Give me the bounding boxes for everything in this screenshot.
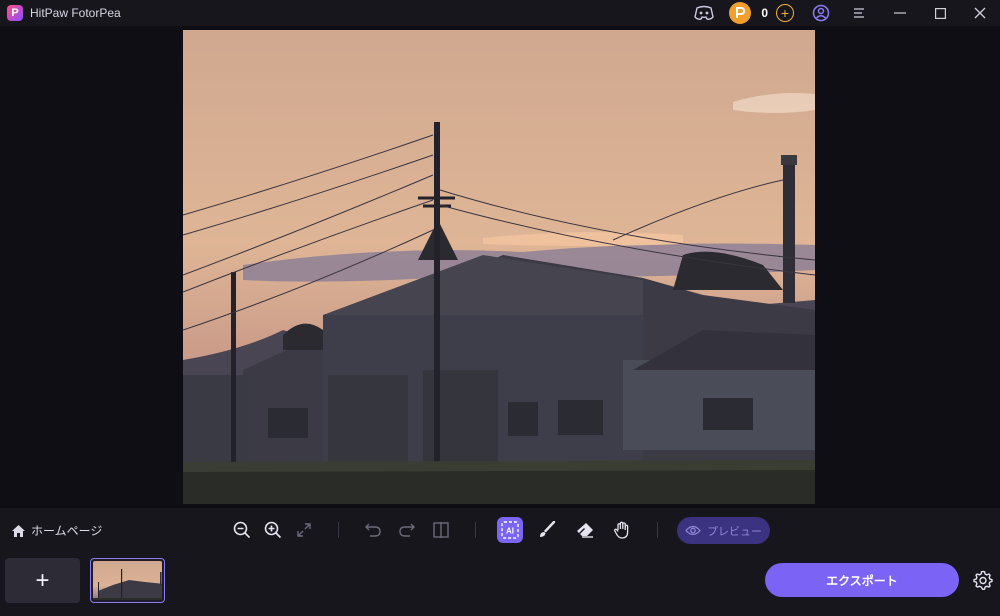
zoom-out-icon[interactable] [232, 520, 252, 540]
toolbar-divider [475, 522, 476, 538]
eye-icon [685, 525, 701, 536]
maximize-button[interactable] [920, 0, 960, 26]
credit-count: 0 [761, 6, 768, 20]
account-icon[interactable] [810, 2, 832, 24]
export-button[interactable]: エクスポート [765, 563, 959, 597]
preview-label: プレビュー [707, 525, 762, 538]
thumbnail-preview [93, 561, 162, 600]
eraser-icon[interactable] [575, 520, 595, 540]
credits-widget[interactable]: 0 + [729, 2, 794, 24]
photo-canvas[interactable] [183, 30, 815, 504]
title-bar: P HitPaw FotorPea 0 + [0, 0, 1000, 26]
app-logo-icon: P [7, 5, 23, 21]
credit-coin-icon [729, 2, 752, 24]
add-credits-icon[interactable]: + [776, 4, 794, 22]
canvas-area[interactable] [0, 26, 1000, 508]
editor-toolbar: ホームページ AI プレビュー [0, 508, 1000, 552]
fit-screen-icon[interactable] [294, 520, 314, 540]
minimize-button[interactable] [880, 0, 920, 26]
toolbar-divider [338, 522, 339, 538]
image-thumbnail[interactable] [90, 558, 165, 603]
add-image-button[interactable]: + [5, 558, 80, 603]
menu-icon[interactable] [840, 0, 880, 26]
hand-pan-icon[interactable] [612, 520, 632, 540]
home-icon [12, 524, 25, 537]
ai-select-icon: AI [501, 521, 519, 539]
zoom-in-icon[interactable] [263, 520, 283, 540]
ai-select-tool[interactable]: AI [497, 517, 523, 543]
home-label: ホームページ [31, 524, 103, 538]
undo-icon[interactable] [363, 520, 383, 540]
discord-icon[interactable] [693, 2, 715, 24]
title-bar-controls: 0 + [693, 0, 1000, 26]
home-link[interactable]: ホームページ [12, 522, 102, 539]
svg-text:AI: AI [506, 527, 514, 536]
preview-button[interactable]: プレビュー [677, 517, 770, 544]
settings-gear-icon[interactable] [972, 569, 994, 591]
brush-icon[interactable] [537, 520, 557, 540]
app-title: HitPaw FotorPea [30, 6, 121, 20]
compare-icon[interactable] [431, 520, 451, 540]
redo-icon[interactable] [397, 520, 417, 540]
toolbar-divider [657, 522, 658, 538]
bottom-bar: + エクスポート [0, 552, 1000, 616]
close-button[interactable] [960, 0, 1000, 26]
